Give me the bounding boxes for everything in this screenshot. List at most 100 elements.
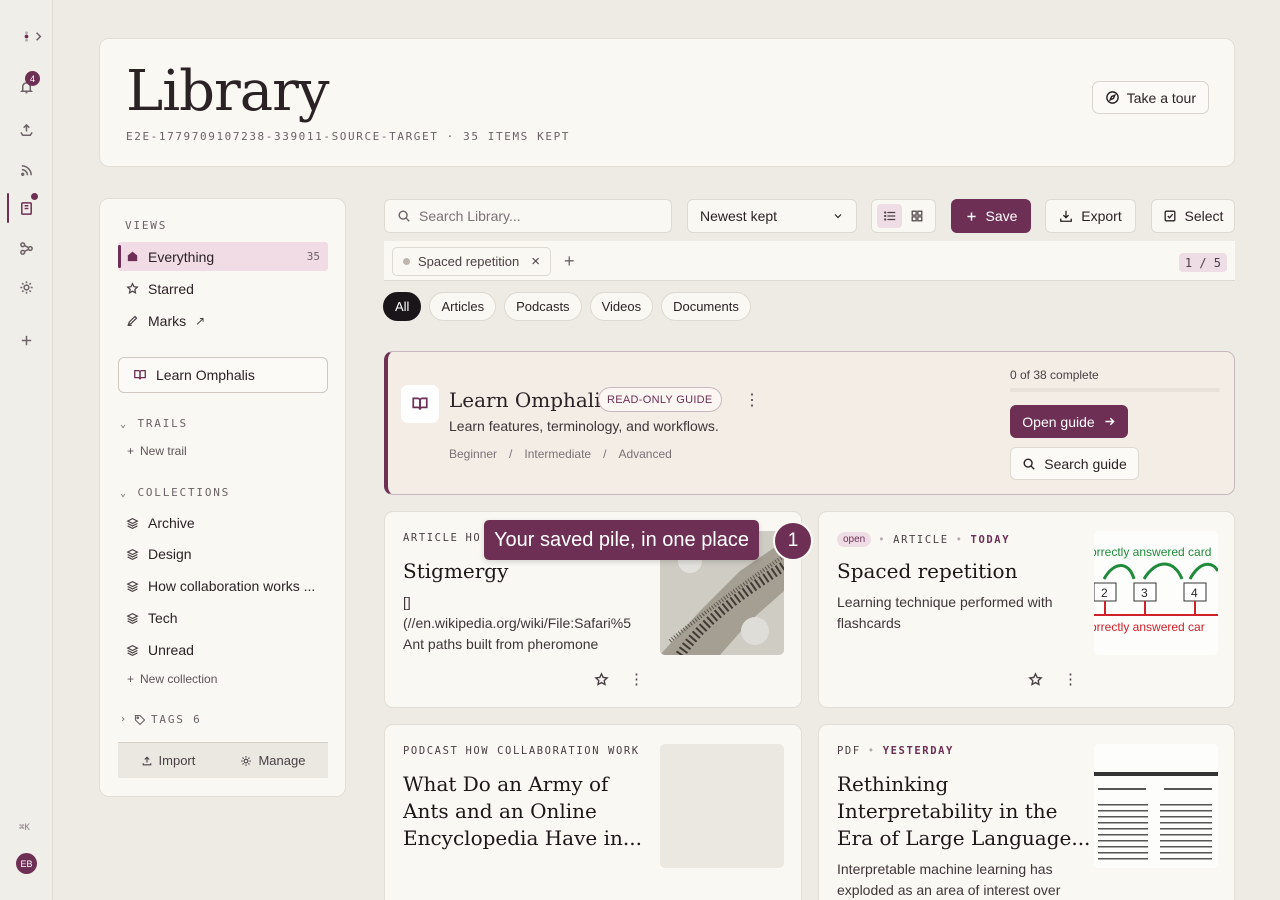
tab-documents[interactable]: Documents — [661, 292, 751, 321]
external-link-icon: ↗ — [195, 313, 206, 328]
download-icon — [1060, 210, 1073, 222]
tags-section-toggle[interactable]: › TAGS 6 — [120, 713, 202, 726]
view-toggle — [871, 199, 936, 233]
trails-section-toggle[interactable]: ⌄ TRAILS — [120, 417, 188, 430]
export-button[interactable]: Export — [1045, 199, 1136, 233]
book-icon — [134, 369, 146, 380]
collections-section-toggle[interactable]: ⌄ COLLECTIONS — [120, 486, 230, 499]
title-line: Interpretability in the — [837, 799, 1058, 823]
library-item-card[interactable]: PDF • YESTERDAY Rethinking Interpretabil… — [818, 724, 1235, 900]
guide-description: Learn features, terminology, and workflo… — [449, 418, 719, 434]
card-type: PDF — [837, 745, 861, 757]
card-title: Rethinking Interpretability in the Era o… — [837, 771, 1090, 852]
level-intermediate[interactable]: Intermediate — [524, 447, 591, 461]
tab-podcasts[interactable]: Podcasts — [504, 292, 582, 321]
import-label: Import — [158, 753, 196, 768]
chip-dot — [403, 258, 410, 265]
card-title: Stigmergy — [403, 559, 509, 583]
title-line: Ants and an Online — [403, 799, 597, 823]
sort-value: Newest kept — [700, 208, 778, 224]
library-item-card[interactable]: open • ARTICLE • TODAY Spaced repetition… — [818, 511, 1235, 708]
collection-how-collaboration-works[interactable]: How collaboration works ... — [126, 578, 315, 594]
import-button[interactable]: Import — [141, 753, 196, 768]
card-type: ARTICLE — [893, 533, 949, 546]
star-icon[interactable] — [594, 671, 609, 687]
add-filter-button[interactable]: + — [564, 251, 575, 272]
more-icon[interactable]: ⋮ — [629, 670, 644, 688]
view-starred[interactable]: Starred — [118, 274, 328, 303]
collection-label: Unread — [148, 642, 194, 658]
select-button[interactable]: Select — [1151, 199, 1235, 233]
book-icon — [401, 385, 439, 423]
tag-icon — [134, 714, 146, 725]
close-icon[interactable]: × — [531, 253, 540, 270]
star-icon[interactable] — [1028, 671, 1043, 687]
collection-design[interactable]: Design — [126, 546, 192, 562]
level-separator: / — [603, 447, 607, 461]
take-tour-button[interactable]: Take a tour — [1091, 81, 1209, 114]
plus-icon[interactable] — [14, 328, 38, 352]
desc-line: exploded as an area of interest over — [837, 882, 1061, 898]
save-button[interactable]: Save — [951, 199, 1031, 233]
tab-all[interactable]: All — [383, 292, 422, 321]
views-label: VIEWS — [125, 219, 168, 232]
guide-progress-bar — [1010, 388, 1220, 392]
manage-button[interactable]: Manage — [240, 753, 305, 768]
take-tour-label: Take a tour — [1126, 89, 1196, 106]
learn-omphalis-button[interactable]: Learn Omphalis — [118, 357, 328, 393]
gear-icon[interactable] — [14, 275, 38, 299]
open-status-badge: open — [837, 532, 872, 547]
inbox-upload-icon[interactable] — [14, 118, 38, 142]
bell-icon[interactable]: 4 — [14, 71, 40, 99]
rss-icon[interactable] — [14, 158, 38, 182]
filter-chip[interactable]: Spaced repetition × — [392, 247, 551, 276]
view-label: Everything — [148, 248, 215, 265]
save-label: Save — [985, 208, 1018, 224]
manage-label: Manage — [258, 753, 306, 768]
list-icon — [883, 211, 895, 221]
more-icon[interactable]: ⋮ — [744, 390, 760, 410]
grid-view-button[interactable] — [905, 204, 930, 228]
page-subtitle: E2E-1779709107238-339011-SOURCE-TARGET ·… — [126, 130, 571, 143]
expand-chevron-icon[interactable] — [26, 24, 50, 48]
new-trail-button[interactable]: + New trail — [127, 444, 187, 458]
collection-unread[interactable]: Unread — [126, 642, 194, 658]
collection-label: Design — [148, 546, 192, 562]
view-everything[interactable]: Everything 35 — [118, 242, 328, 271]
more-icon[interactable]: ⋮ — [1063, 670, 1078, 688]
filter-bar: Spaced repetition × + 1 / 5 — [384, 241, 1235, 281]
collection-tech[interactable]: Tech — [126, 610, 178, 626]
sort-select[interactable]: Newest kept — [687, 199, 857, 233]
star-icon — [126, 282, 139, 294]
open-guide-button[interactable]: Open guide — [1010, 405, 1128, 438]
library-unread-dot — [31, 193, 38, 200]
collection-archive[interactable]: Archive — [126, 515, 195, 531]
tab-articles[interactable]: Articles — [429, 292, 497, 321]
guide-progress-text: 0 of 38 complete — [1010, 368, 1099, 382]
notification-count-badge: 4 — [25, 71, 40, 86]
avatar[interactable]: EB — [16, 853, 37, 874]
search-guide-label: Search guide — [1044, 455, 1127, 472]
card-date: YESTERDAY — [882, 745, 954, 757]
library-icon[interactable] — [14, 193, 38, 220]
collection-label: Tech — [148, 610, 178, 626]
card-actions: ⋮ — [1028, 670, 1078, 688]
graph-icon[interactable] — [14, 236, 38, 260]
search-box — [384, 199, 672, 233]
meta-separator: • — [878, 533, 887, 546]
tour-step-number[interactable]: 1 — [773, 521, 813, 561]
card-meta: PODCAST HOW COLLABORATION WORK — [403, 745, 643, 757]
library-item-card[interactable]: PODCAST HOW COLLABORATION WORK What Do a… — [384, 724, 802, 900]
filter-chip-label: Spaced repetition — [418, 254, 520, 269]
search-guide-button[interactable]: Search guide — [1010, 447, 1139, 480]
list-view-button[interactable] — [877, 204, 903, 228]
level-beginner[interactable]: Beginner — [449, 447, 497, 461]
title-line: Rethinking — [837, 772, 949, 796]
new-collection-button[interactable]: + New collection — [127, 672, 217, 686]
level-advanced[interactable]: Advanced — [618, 447, 671, 461]
search-input[interactable] — [419, 208, 649, 224]
view-marks[interactable]: Marks ↗ — [118, 306, 328, 335]
card-description: [] (//en.wikipedia.org/wiki/File:Safari%… — [403, 592, 643, 655]
guide-levels: Beginner / Intermediate / Advanced — [449, 447, 672, 461]
tab-videos[interactable]: Videos — [589, 292, 654, 321]
